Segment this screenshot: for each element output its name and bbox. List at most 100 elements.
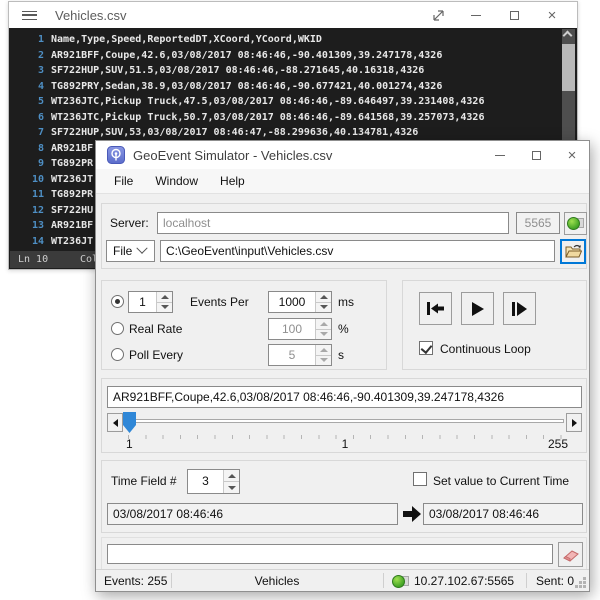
slider-max-label: 255 xyxy=(548,437,568,451)
current-event-input[interactable] xyxy=(107,386,582,408)
rewind-to-start-button[interactable] xyxy=(419,292,452,325)
step-forward-icon xyxy=(511,301,528,317)
maximize-icon xyxy=(510,11,519,20)
slider-left-button[interactable] xyxy=(107,413,123,432)
editor-maximize-button[interactable] xyxy=(495,3,533,27)
poll-every-label: Poll Every xyxy=(129,348,183,362)
spin-down-icon[interactable] xyxy=(157,302,172,313)
editor-line: 6WT236JTC,Pickup Truck,50.7,03/08/2017 0… xyxy=(10,110,576,126)
source-type-dropdown[interactable]: File xyxy=(106,240,155,262)
menu-file[interactable]: File xyxy=(103,169,144,194)
status-divider xyxy=(526,573,527,588)
spin-up-icon[interactable] xyxy=(316,292,331,302)
close-icon: × xyxy=(568,148,577,163)
simulator-menubar: File Window Help xyxy=(96,169,589,194)
spin-down-icon[interactable] xyxy=(224,481,239,493)
geoevent-simulator-window: GeoEvent Simulator - Vehicles.csv × File… xyxy=(95,140,590,592)
server-host-input[interactable] xyxy=(157,212,509,234)
diagonal-expand-icon xyxy=(432,9,445,22)
arrow-right-icon xyxy=(403,506,421,522)
simulator-status-bar: Events: 255 Vehicles 10.27.102.67:5565 S… xyxy=(96,569,589,591)
time-field-spinner[interactable]: 3 xyxy=(187,469,240,494)
endpoint-status-icon xyxy=(392,574,409,589)
continuous-loop-label: Continuous Loop xyxy=(440,342,531,356)
rate-panel: 1 Events Per 1000 ms Real Rate 100 % Pol… xyxy=(101,280,387,370)
connect-button[interactable] xyxy=(564,212,587,235)
left-arrow-icon xyxy=(113,419,118,427)
scroll-up-icon[interactable] xyxy=(563,31,573,41)
log-panel xyxy=(101,537,587,570)
resize-grip[interactable] xyxy=(583,585,586,588)
time-to-input[interactable] xyxy=(423,503,583,525)
editor-line: 2AR921BFF,Coupe,42.6,03/08/2017 08:46:46… xyxy=(10,48,576,64)
event-slider-thumb[interactable] xyxy=(123,412,136,433)
geoevent-app-icon xyxy=(107,146,125,164)
menu-help[interactable]: Help xyxy=(209,169,256,194)
spin-up-icon[interactable] xyxy=(157,292,172,302)
editor-line: 3SF722HUP,SUV,51.5,03/08/2017 08:46:46,-… xyxy=(10,63,576,79)
percent-unit-label: % xyxy=(338,322,349,336)
play-button[interactable] xyxy=(461,292,494,325)
simulator-maximize-button[interactable] xyxy=(521,143,551,167)
server-label: Server: xyxy=(110,216,149,230)
continuous-loop-checkbox[interactable] xyxy=(419,341,433,355)
seconds-unit-label: s xyxy=(338,348,344,362)
editor-window-title: Vehicles.csv xyxy=(55,8,127,23)
maximize-icon xyxy=(532,151,541,160)
poll-every-radio[interactable] xyxy=(111,348,124,361)
slider-current-label: 1 xyxy=(102,437,588,451)
events-interval-spinner[interactable]: 1000 xyxy=(268,291,332,313)
feed-name-status: Vehicles xyxy=(171,574,383,588)
editor-minimize-button[interactable] xyxy=(457,3,495,27)
menu-window[interactable]: Window xyxy=(144,169,209,194)
spin-down-icon[interactable] xyxy=(316,302,331,313)
ms-unit-label: ms xyxy=(338,295,354,309)
editor-line: 7SF722HUP,SUV,53,03/08/2017 08:46:47,-88… xyxy=(10,125,576,141)
editor-line: 5WT236JTC,Pickup Truck,47.5,03/08/2017 0… xyxy=(10,94,576,110)
editor-titlebar: Vehicles.csv × xyxy=(9,2,577,28)
skip-to-start-icon xyxy=(426,301,445,316)
playback-panel: Continuous Loop xyxy=(402,280,587,370)
editor-close-button[interactable]: × xyxy=(533,3,571,27)
spin-down-icon xyxy=(316,329,331,340)
editor-expand-button[interactable] xyxy=(419,3,457,27)
events-count-spinner[interactable]: 1 xyxy=(128,291,173,313)
sent-count-status: Sent: 0 xyxy=(536,574,574,588)
time-panel: Time Field # 3 Set value to Current Time xyxy=(101,460,587,533)
status-divider xyxy=(383,573,384,588)
server-port-input[interactable] xyxy=(516,212,560,234)
scrollbar-thumb[interactable] xyxy=(562,44,575,91)
clear-log-button[interactable] xyxy=(558,542,583,567)
close-icon: × xyxy=(548,8,557,23)
spin-up-icon[interactable] xyxy=(224,470,239,481)
minimize-icon xyxy=(495,155,505,156)
editor-line: 1Name,Type,Speed,ReportedDT,XCoord,YCoor… xyxy=(10,32,576,48)
poll-every-spinner: 5 xyxy=(268,344,332,366)
event-panel: 1 1 255 xyxy=(101,378,587,453)
source-type-value: File xyxy=(107,244,138,258)
log-message-input[interactable] xyxy=(107,544,553,564)
step-button[interactable] xyxy=(503,292,536,325)
file-path-input[interactable] xyxy=(160,240,555,262)
minimize-icon xyxy=(471,15,481,16)
events-per-label: Events Per xyxy=(190,295,249,309)
slider-right-button[interactable] xyxy=(566,413,582,432)
right-arrow-icon xyxy=(572,419,577,427)
simulator-minimize-button[interactable] xyxy=(485,143,515,167)
browse-file-button[interactable] xyxy=(560,239,586,264)
set-current-time-checkbox[interactable] xyxy=(413,472,427,486)
menu-hamburger-icon[interactable] xyxy=(22,11,37,20)
connection-status-icon xyxy=(567,216,584,231)
open-folder-icon xyxy=(565,244,582,259)
simulator-titlebar: GeoEvent Simulator - Vehicles.csv × xyxy=(96,141,589,169)
simulator-close-button[interactable]: × xyxy=(557,143,587,167)
spin-up-icon xyxy=(316,319,331,329)
editor-line-indicator: Ln 10 xyxy=(18,251,48,268)
real-rate-radio[interactable] xyxy=(111,322,124,335)
editor-line: 4TG892PRY,Sedan,38.9,03/08/2017 08:46:46… xyxy=(10,79,576,95)
event-slider-track[interactable] xyxy=(126,419,564,423)
real-rate-spinner: 100 xyxy=(268,318,332,340)
real-rate-label: Real Rate xyxy=(129,322,182,336)
time-from-input[interactable] xyxy=(107,503,398,525)
events-per-radio[interactable] xyxy=(111,295,124,308)
